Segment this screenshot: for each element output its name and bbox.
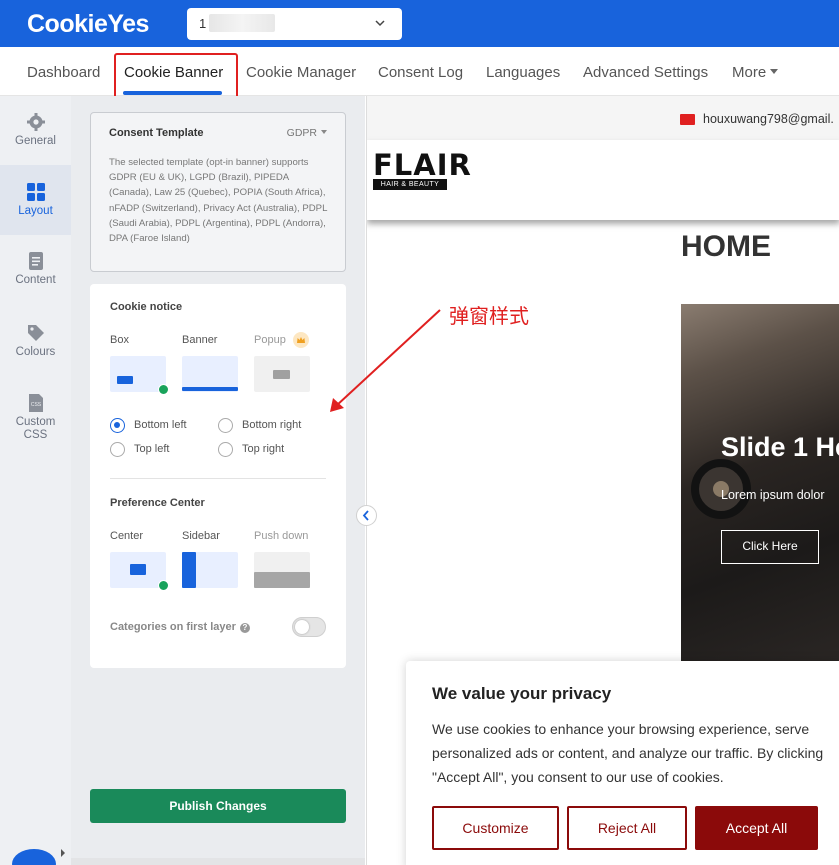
site-selector-value: 1 bbox=[199, 16, 207, 31]
banner-option-label: Banner bbox=[182, 334, 218, 346]
categories-first-layer-label: Categories on first layer bbox=[110, 621, 236, 633]
cookie-notice-title: Cookie notice bbox=[110, 301, 183, 313]
tab-more[interactable]: More bbox=[732, 64, 779, 81]
grid-icon bbox=[26, 183, 45, 201]
selected-check-icon bbox=[158, 384, 169, 395]
top-right-label: Top right bbox=[242, 443, 285, 455]
bottom-left-label: Bottom left bbox=[134, 419, 187, 431]
preview-home-heading: HOME bbox=[681, 230, 771, 263]
paint-tag-icon bbox=[27, 325, 44, 341]
sidebar-preview-shape bbox=[182, 552, 196, 588]
cookieyes-logo[interactable]: CookieYes bbox=[27, 10, 149, 39]
radio-top-right[interactable] bbox=[218, 442, 233, 457]
banner-layout-option[interactable] bbox=[182, 356, 238, 392]
center-preview-shape bbox=[130, 564, 146, 575]
tab-languages[interactable]: Languages bbox=[486, 64, 560, 81]
publish-changes-button[interactable]: Publish Changes bbox=[90, 789, 346, 823]
sidebar-item-label-line2: CSS bbox=[23, 429, 48, 441]
svg-text:CSS: CSS bbox=[30, 402, 41, 408]
consent-template-card: Consent Template GDPR The selected templ… bbox=[90, 112, 346, 272]
consent-template-select[interactable]: GDPR bbox=[287, 127, 327, 139]
sidebar-item-label: Custom bbox=[15, 416, 56, 428]
tab-consent-log[interactable]: Consent Log bbox=[378, 64, 463, 81]
section-divider bbox=[110, 478, 326, 479]
consent-template-description: The selected template (opt-in banner) su… bbox=[109, 157, 328, 245]
box-option-label: Box bbox=[110, 334, 129, 346]
consent-template-value: GDPR bbox=[286, 127, 317, 139]
popup-option-label: Popup bbox=[254, 334, 286, 346]
flair-logo: FLAIR bbox=[373, 148, 472, 182]
customize-button[interactable]: Customize bbox=[432, 806, 559, 850]
box-preview-shape bbox=[117, 376, 133, 384]
sidebar-item-custom-css[interactable]: CSS Custom CSS bbox=[0, 377, 71, 457]
redacted-site-name bbox=[209, 14, 275, 32]
slide-click-here-button[interactable]: Click Here bbox=[721, 530, 819, 564]
sidebar-item-label: Layout bbox=[18, 205, 53, 217]
top-left-label: Top left bbox=[134, 443, 170, 455]
preview-header: FLAIR HAIR & BEAUTY bbox=[367, 140, 839, 220]
crown-icon bbox=[293, 332, 309, 348]
bottom-right-label: Bottom right bbox=[242, 419, 302, 431]
preview-email: houxuwang798@gmail. bbox=[703, 112, 834, 126]
document-icon bbox=[28, 252, 43, 270]
preview-top-bar: houxuwang798@gmail. bbox=[367, 96, 839, 140]
consent-banner-title: We value your privacy bbox=[432, 684, 612, 703]
center-option-label: Center bbox=[110, 530, 144, 542]
annotation-label: 弹窗样式 bbox=[449, 304, 529, 328]
push-down-option-label: Push down bbox=[254, 530, 309, 542]
tab-advanced-settings[interactable]: Advanced Settings bbox=[583, 64, 708, 81]
accept-all-button[interactable]: Accept All bbox=[695, 806, 818, 850]
tab-more-label: More bbox=[732, 64, 767, 81]
settings-sidebar: General Layout Content Colours CSS Custo… bbox=[0, 96, 71, 865]
sidebar-item-content[interactable]: Content bbox=[0, 235, 71, 305]
radio-top-left[interactable] bbox=[110, 442, 125, 457]
categories-first-layer-row: Categories on first layer? bbox=[110, 621, 250, 633]
help-icon[interactable]: ? bbox=[239, 623, 250, 633]
sidebar-item-general[interactable]: General bbox=[0, 96, 71, 166]
tab-cookie-manager[interactable]: Cookie Manager bbox=[246, 64, 356, 81]
chevron-left-icon bbox=[362, 510, 369, 521]
push-down-layout-option[interactable] bbox=[254, 552, 310, 588]
consent-banner-text: We use cookies to enhance your browsing … bbox=[432, 721, 824, 785]
top-bar: CookieYes 1 bbox=[0, 0, 839, 47]
horizontal-scrollbar[interactable] bbox=[71, 858, 365, 865]
popup-preview-shape bbox=[273, 370, 290, 379]
flair-logo-subtitle: HAIR & BEAUTY bbox=[373, 179, 447, 190]
chevron-down-icon bbox=[375, 20, 385, 27]
mail-icon bbox=[680, 114, 695, 125]
expand-arrow-icon[interactable] bbox=[61, 849, 65, 857]
sidebar-item-colours[interactable]: Colours bbox=[0, 307, 71, 377]
consent-template-title: Consent Template bbox=[109, 127, 204, 139]
sidebar-item-label: General bbox=[15, 135, 56, 147]
caret-down-icon bbox=[770, 69, 779, 74]
cookie-consent-banner: We value your privacy We use cookies to … bbox=[406, 661, 839, 865]
css-file-icon: CSS bbox=[28, 394, 43, 412]
sidebar-layout-option[interactable] bbox=[182, 552, 238, 588]
popup-layout-option[interactable] bbox=[254, 356, 310, 392]
sidebar-item-label: Content bbox=[15, 274, 56, 286]
radio-bottom-right[interactable] bbox=[218, 418, 233, 433]
sidebar-item-layout[interactable]: Layout bbox=[0, 165, 71, 235]
reject-all-button[interactable]: Reject All bbox=[567, 806, 687, 850]
selected-check-icon bbox=[158, 580, 169, 591]
categories-first-layer-toggle[interactable] bbox=[292, 617, 326, 637]
push-down-preview-shape bbox=[254, 572, 310, 588]
preview-hero-slide: Slide 1 He Lorem ipsum dolor Click Here bbox=[681, 304, 839, 661]
collapse-panel-button[interactable] bbox=[356, 505, 377, 526]
banner-preview-shape bbox=[182, 387, 238, 391]
preference-center-title: Preference Center bbox=[110, 497, 205, 509]
tab-dashboard[interactable]: Dashboard bbox=[27, 64, 100, 81]
sidebar-item-label: Colours bbox=[15, 346, 56, 358]
slide-title: Slide 1 He bbox=[721, 432, 839, 462]
radio-bottom-left[interactable] bbox=[110, 418, 125, 433]
slide-text: Lorem ipsum dolor bbox=[721, 488, 825, 502]
sidebar-option-label: Sidebar bbox=[182, 530, 220, 542]
site-selector[interactable]: 1 bbox=[187, 8, 402, 40]
gear-icon bbox=[26, 113, 45, 131]
caret-down-icon bbox=[321, 130, 327, 134]
